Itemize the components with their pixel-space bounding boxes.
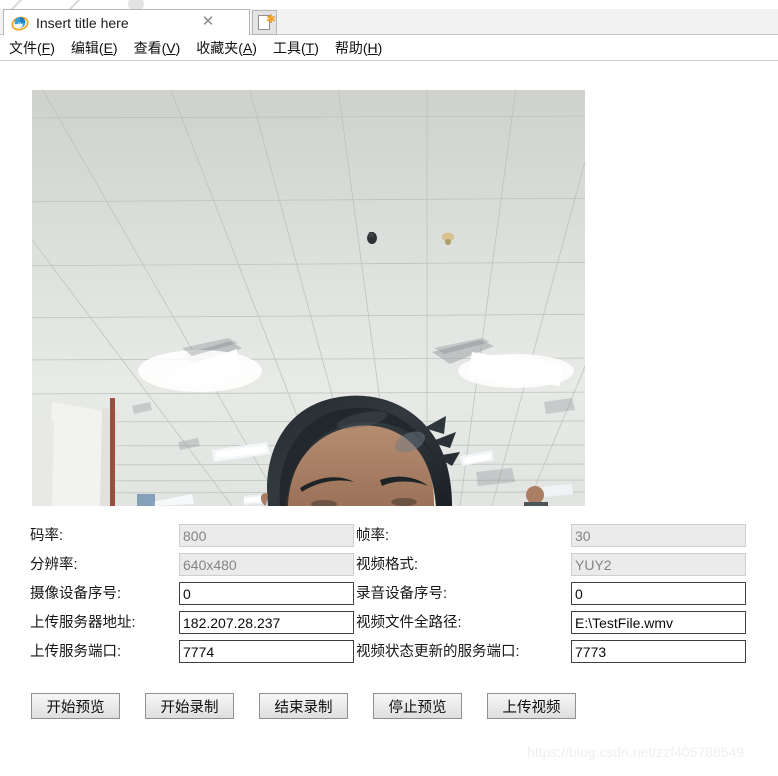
bitrate-input[interactable] [179,524,354,547]
label-video-file-path: 视频文件全路径: [356,615,462,631]
menu-item-file-label: 文件( [9,40,42,56]
menu-item-favorites[interactable]: 收藏夹(A) [196,38,257,58]
label-upload-server-address: 上传服务器地址: [30,615,136,631]
audio-device-index-input[interactable] [571,582,746,605]
label-video-format: 视频格式: [356,557,419,573]
menu-item-file[interactable]: 文件(F) [9,38,55,58]
tab-title: Insert title here [36,15,129,31]
upload-server-port-input[interactable] [179,640,354,663]
tab-strip: e Insert title here ✕ ✱ [0,9,778,35]
close-icon[interactable]: ✕ [200,14,216,30]
menu-item-view-tail: ) [175,40,181,56]
menu-item-tools-key: T [305,40,315,56]
new-tab-button[interactable]: ✱ [252,10,277,35]
menu-item-help-label: 帮助( [334,40,368,56]
star-icon: ✱ [266,12,277,26]
action-button-bar: 开始预览 开始录制 结束录制 停止预览 上传视频 [0,693,778,723]
menu-item-favorites-key: A [242,40,253,56]
menu-item-tools-tail: ) [314,40,319,56]
video-status-service-port-input[interactable] [571,640,746,663]
tab-insert-title-here[interactable]: e Insert title here ✕ [3,9,250,35]
upload-server-address-input[interactable] [179,611,354,634]
menu-item-view-key: V [166,40,176,56]
menu-item-file-tail: ) [50,40,55,56]
label-camera-device-index: 摄像设备序号: [30,586,122,602]
menu-item-help[interactable]: 帮助(H) [335,38,382,58]
svg-text:e: e [18,18,22,28]
label-video-status-service-port: 视频状态更新的服务端口: [356,644,520,660]
webcam-frame [32,90,585,506]
watermark: https://blog.csdn.net/zzf405788549 [527,744,745,760]
menu-item-favorites-tail: ) [252,40,257,56]
menu-item-edit[interactable]: 编辑(E) [71,38,118,58]
menu-item-view-label: 查看( [133,40,167,56]
label-bitrate: 码率: [30,528,64,544]
browser-chrome: e Insert title here ✕ ✱ 文件(F) 编辑(E) 查看(V… [0,0,778,62]
menu-item-help-tail: ) [377,40,383,56]
menu-item-edit-tail: ) [112,40,118,56]
camera-device-index-input[interactable] [179,582,354,605]
settings-form: 码率: 帧率: 分辨率: 视频格式: 摄像设备序号: 录音设备序号: 上传服务器… [0,524,778,684]
form-row: 摄像设备序号: 录音设备序号: [0,582,778,611]
label-upload-server-port: 上传服务端口: [30,644,122,660]
internet-explorer-icon: e [11,14,29,32]
menu-item-tools-label: 工具( [272,40,306,56]
form-row: 码率: 帧率: [0,524,778,553]
page-body: 码率: 帧率: 分辨率: 视频格式: 摄像设备序号: 录音设备序号: 上传服务器… [0,62,778,776]
form-row: 上传服务器地址: 视频文件全路径: [0,611,778,640]
menu-item-view[interactable]: 查看(V) [134,38,181,58]
stop-preview-button[interactable]: 停止预览 [373,693,462,719]
menu-item-help-key: H [367,40,378,56]
label-framerate: 帧率: [356,528,390,544]
menu-item-file-key: F [41,40,51,56]
video-file-path-input[interactable] [571,611,746,634]
video-preview[interactable] [32,90,585,506]
framerate-input[interactable] [571,524,746,547]
stop-recording-button[interactable]: 结束录制 [259,693,348,719]
menu-item-edit-key: E [103,40,113,56]
start-preview-button[interactable]: 开始预览 [31,693,120,719]
resolution-input[interactable] [179,553,354,576]
start-recording-button[interactable]: 开始录制 [145,693,234,719]
menu-bar: 文件(F) 编辑(E) 查看(V) 收藏夹(A) 工具(T) 帮助(H) [0,36,778,61]
form-row: 分辨率: 视频格式: [0,553,778,582]
menu-item-favorites-label: 收藏夹( [196,40,243,56]
menu-item-tools[interactable]: 工具(T) [273,38,319,58]
label-audio-device-index: 录音设备序号: [356,586,448,602]
upload-video-button[interactable]: 上传视频 [487,693,576,719]
form-row: 上传服务端口: 视频状态更新的服务端口: [0,640,778,669]
video-format-input[interactable] [571,553,746,576]
label-resolution: 分辨率: [30,557,78,573]
menu-item-edit-label: 编辑( [70,40,104,56]
